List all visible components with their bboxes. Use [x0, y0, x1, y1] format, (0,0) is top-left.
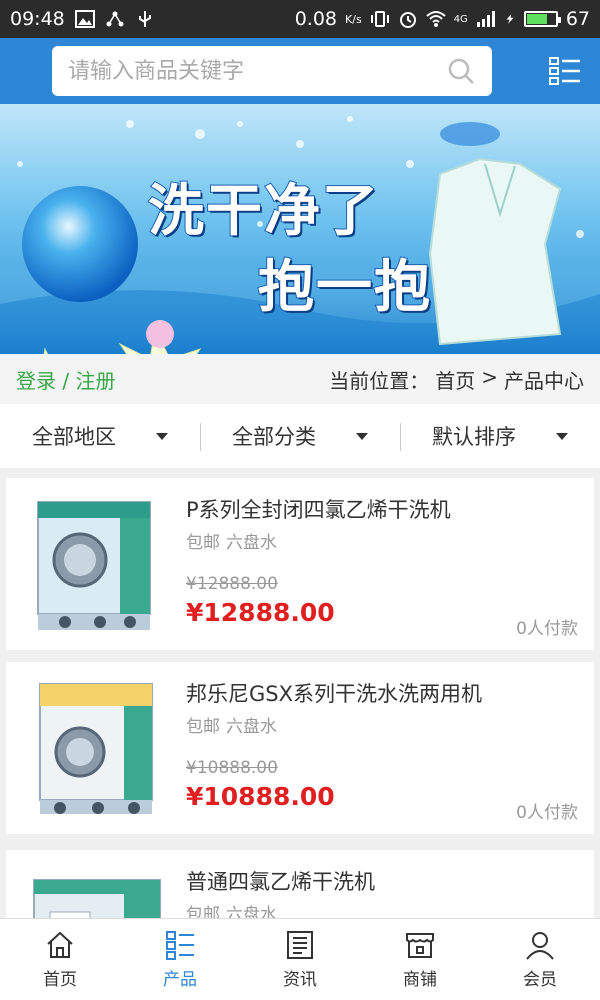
product-tags: 包邮 六盘水: [186, 528, 277, 553]
product-shipping: 包邮: [186, 533, 220, 553]
product-title[interactable]: 普通四氯乙烯干洗机: [186, 866, 375, 896]
product-title[interactable]: P系列全封闭四氯乙烯干洗机: [186, 494, 451, 524]
header: [0, 38, 600, 104]
battery-level: 67: [565, 8, 590, 30]
news-icon: [287, 931, 313, 959]
product-price: ¥10888.00: [186, 782, 335, 811]
network-type: 4G: [453, 13, 468, 25]
product-original-price: ¥10888.00: [186, 758, 278, 778]
status-bar: 09:48 0.08 K/s 4G 67: [0, 0, 600, 38]
breadcrumb: 当前位置： 首页 > 产品中心: [329, 365, 584, 394]
search-input[interactable]: [68, 58, 446, 84]
banner-headline-line1: 洗干净了: [147, 178, 380, 245]
filter-sort[interactable]: 默认排序: [400, 421, 600, 451]
caret-down-icon: [356, 432, 368, 440]
product-shipping: 包邮: [186, 717, 220, 737]
breadcrumb-home[interactable]: 首页: [435, 365, 475, 394]
signal-icon: [476, 11, 495, 27]
promo-banner[interactable]: 洗干净了 抱一抱: [0, 104, 600, 354]
tab-products[interactable]: 产品: [120, 919, 240, 1000]
login-link[interactable]: 登录: [16, 369, 56, 393]
filter-sort-label: 默认排序: [432, 425, 516, 449]
register-link[interactable]: 注册: [75, 369, 115, 393]
share-icon: [106, 11, 124, 27]
store-icon: [406, 933, 434, 958]
wifi-icon: [426, 11, 446, 27]
product-title[interactable]: 邦乐尼GSX系列干洗水洗两用机: [186, 678, 482, 708]
charging-icon: [506, 14, 514, 24]
product-sold-count: 0人付款: [516, 803, 578, 823]
bottom-tab-bar: 首页 产品 资讯 商铺 会员: [0, 918, 600, 1000]
breadcrumb-row: 登录 / 注册 当前位置： 首页 > 产品中心: [0, 354, 600, 404]
tab-home[interactable]: 首页: [0, 919, 120, 1000]
filter-region-label: 全部地区: [32, 425, 116, 449]
net-speed: 0.08: [294, 8, 338, 30]
breadcrumb-prefix: 当前位置：: [329, 368, 430, 393]
product-location: 六盘水: [226, 717, 277, 737]
search-icon[interactable]: [446, 56, 476, 86]
category-menu-icon[interactable]: [548, 54, 582, 88]
product-list-icon: [166, 931, 194, 960]
product-tags: 包邮 六盘水: [186, 712, 277, 737]
image-icon: [74, 10, 95, 28]
product-location: 六盘水: [226, 533, 277, 553]
status-time: 09:48: [10, 8, 65, 30]
search-box[interactable]: [52, 46, 492, 96]
auth-separator: /: [62, 368, 70, 393]
caret-down-icon: [556, 432, 568, 440]
tab-products-label: 产品: [163, 970, 197, 990]
tab-store-label: 商铺: [403, 970, 437, 990]
filter-category[interactable]: 全部分类: [200, 421, 400, 451]
tab-news-label: 资讯: [283, 970, 317, 990]
caret-down-icon: [156, 432, 168, 440]
tab-member-label: 会员: [523, 970, 557, 990]
product-original-price: ¥12888.00: [186, 574, 278, 594]
breadcrumb-current: 产品中心: [504, 368, 584, 393]
tab-home-label: 首页: [43, 970, 77, 990]
product-image: [39, 683, 153, 814]
tab-news[interactable]: 资讯: [240, 919, 360, 1000]
filter-region[interactable]: 全部地区: [0, 421, 200, 451]
product-sold-count: 0人付款: [516, 619, 578, 639]
product-image: [37, 501, 151, 630]
tab-store[interactable]: 商铺: [360, 919, 480, 1000]
home-icon: [47, 931, 73, 958]
alarm-icon: [399, 12, 416, 28]
vibrate-icon: [370, 11, 389, 27]
battery-icon: [523, 11, 561, 27]
member-icon: [526, 932, 554, 960]
breadcrumb-separator: >: [481, 364, 498, 389]
product-price: ¥12888.00: [186, 598, 335, 627]
filter-bar: 全部地区 全部分类 默认排序: [0, 404, 600, 468]
auth-links: 登录 / 注册: [16, 365, 115, 394]
net-speed-unit: K/s: [345, 12, 362, 26]
usb-icon: [138, 11, 151, 27]
product-card[interactable]: P系列全封闭四氯乙烯干洗机 包邮 六盘水 ¥12888.00 ¥12888.00…: [6, 478, 594, 650]
tab-member[interactable]: 会员: [480, 919, 600, 1000]
banner-headline-line2: 抱一抱: [257, 254, 432, 321]
filter-category-label: 全部分类: [232, 425, 316, 449]
product-card[interactable]: 邦乐尼GSX系列干洗水洗两用机 包邮 六盘水 ¥10888.00 ¥10888.…: [6, 662, 594, 834]
